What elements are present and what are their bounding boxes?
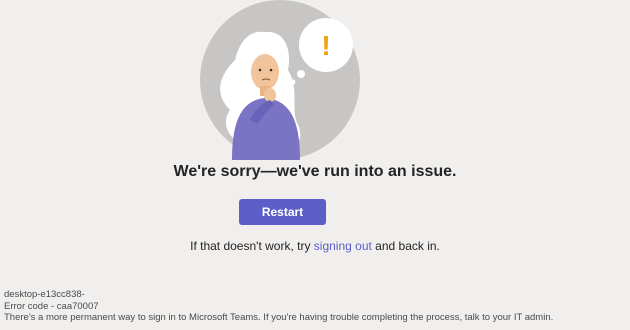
face: [251, 54, 279, 90]
restart-button[interactable]: Restart: [239, 199, 326, 225]
page-title: We're sorry—we've run into an issue.: [173, 163, 457, 180]
device-id: desktop-e13cc838-: [4, 289, 85, 300]
fallback-message: If that doesn't work, try signing out an…: [0, 239, 630, 253]
error-code: Error code - caa70007: [4, 300, 99, 312]
help-text: There's a more permanent way to sign in …: [4, 312, 554, 323]
error-details: desktop-e13cc838- Error code - caa70007 …: [4, 289, 553, 324]
eye-right: [269, 68, 273, 72]
hand: [264, 88, 276, 102]
fallback-prefix: If that doesn't work, try: [190, 239, 314, 253]
eye-left: [258, 68, 262, 72]
alert-symbol: !: [321, 30, 330, 61]
fallback-suffix: and back in.: [371, 239, 440, 253]
confused-person-illustration: !: [190, 0, 370, 160]
sign-out-link[interactable]: signing out: [314, 239, 372, 253]
